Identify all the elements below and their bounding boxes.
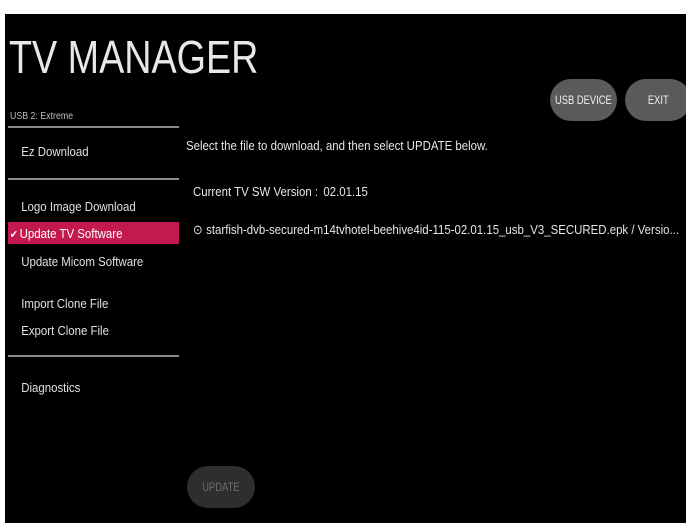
sidebar-item-label: Update Micom Software	[21, 253, 144, 269]
sidebar-item-export-clone-file[interactable]: Export Clone File	[8, 319, 179, 341]
usb-device-button[interactable]: USB DEVICE	[550, 79, 617, 121]
sidebar-item-label: Logo Image Download	[21, 198, 136, 214]
sidebar-item-label: Ez Download	[21, 143, 89, 159]
sidebar-item-update-micom-software[interactable]: Update Micom Software	[8, 250, 179, 272]
radio-file-icon: ⊙	[193, 222, 203, 237]
sidebar-item-label: Export Clone File	[21, 322, 109, 338]
exit-button[interactable]: EXIT	[625, 79, 686, 121]
sidebar-item-import-clone-file[interactable]: Import Clone File	[8, 292, 179, 314]
sidebar-item-label: Import Clone File	[21, 295, 109, 311]
sidebar-item-ez-download[interactable]: Ez Download	[8, 140, 179, 162]
current-version-value: 02.01.15	[323, 184, 368, 199]
sidebar-divider	[8, 178, 179, 180]
sidebar-item-diagnostics[interactable]: Diagnostics	[8, 376, 179, 398]
current-version-label: Current TV SW Version :	[193, 184, 319, 199]
software-file-name: starfish-dvb-secured-m14tvhotel-beehive4…	[206, 222, 680, 237]
sidebar-item-label: Diagnostics	[21, 379, 81, 395]
update-button[interactable]: UPDATE	[187, 466, 255, 508]
tv-manager-screen: TV MANAGER USB 2: Extreme USB DEVICE EXI…	[5, 14, 686, 523]
usb-device-status: USB 2: Extreme	[10, 111, 74, 122]
sidebar-item-logo-image-download[interactable]: Logo Image Download	[8, 195, 179, 217]
exit-button-label: EXIT	[647, 93, 669, 107]
current-version: Current TV SW Version : 02.01.15	[193, 184, 368, 199]
usb-device-button-label: USB DEVICE	[555, 93, 612, 107]
sidebar-top-divider	[8, 126, 179, 128]
sidebar-item-label: Update TV Software	[19, 225, 123, 241]
check-icon: ✔	[9, 228, 18, 241]
update-button-label: UPDATE	[202, 480, 240, 494]
page-title: TV MANAGER	[9, 31, 259, 83]
sidebar-item-update-tv-software[interactable]: ✔ Update TV Software	[8, 222, 179, 244]
instruction-text: Select the file to download, and then se…	[186, 138, 488, 153]
software-file-item[interactable]: ⊙ starfish-dvb-secured-m14tvhotel-beehive…	[193, 222, 679, 238]
sidebar-divider	[8, 355, 179, 357]
